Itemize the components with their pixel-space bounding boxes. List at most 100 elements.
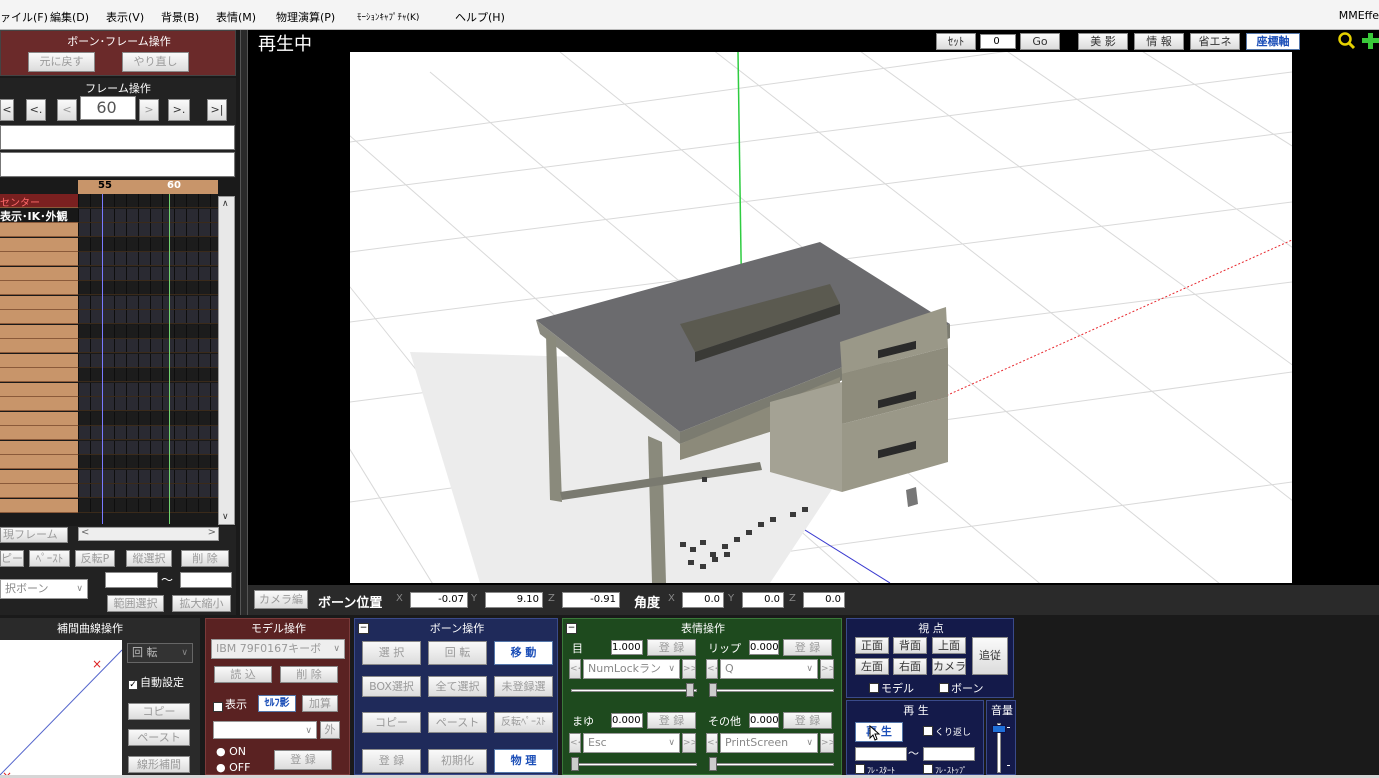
panel-splitter[interactable]	[240, 30, 248, 615]
on-radio[interactable]: ● ON	[216, 745, 246, 758]
outside-parent-dropdown[interactable]	[213, 721, 317, 739]
timeline-row-frames[interactable]	[78, 498, 218, 513]
eye-slider-knob[interactable]	[686, 683, 694, 697]
frame-last-button[interactable]: >|	[207, 99, 227, 121]
bone-rotate-button[interactable]: 回 転	[428, 641, 487, 665]
timeline-scrollbar[interactable]: ∧ ∨	[218, 196, 235, 525]
menu-physics[interactable]: 物理演算(P)	[276, 9, 335, 25]
other-prev-button[interactable]: <<	[706, 733, 718, 753]
unregistered-select-button[interactable]: 未登録選	[494, 676, 553, 697]
physics-button[interactable]: 物 理	[494, 749, 553, 773]
timeline-row-frames[interactable]	[78, 440, 218, 455]
timeline-row-frames[interactable]	[78, 426, 218, 440]
brow-register-button[interactable]: 登 録	[647, 712, 696, 729]
bone-paste-button[interactable]: ペースト	[428, 712, 487, 733]
menu-background[interactable]: 背景(B)	[161, 9, 199, 25]
timeline-row-bone[interactable]	[0, 440, 78, 455]
bone-reverse-paste-button[interactable]: 反転ﾍﾟｰｽﾄ	[494, 712, 553, 733]
model-select-dropdown[interactable]: IBM 79F0167キーボ	[211, 639, 345, 659]
menu-edit[interactable]: 編集(D)	[50, 9, 89, 25]
timeline-row-bone[interactable]	[0, 310, 78, 324]
timeline-row-bone[interactable]	[0, 237, 78, 252]
brow-slider-track[interactable]	[571, 763, 697, 766]
repeat-checkbox[interactable]: くり返し	[923, 725, 971, 738]
axis-button[interactable]: 座標軸	[1246, 33, 1300, 50]
timeline-row-frames[interactable]	[78, 194, 218, 208]
ang-y-input[interactable]: 0.0	[742, 592, 784, 608]
model-delete-button[interactable]: 削 除	[280, 666, 338, 683]
volume-slider-knob[interactable]	[992, 725, 1006, 733]
frame-next-key-button[interactable]: >.	[168, 99, 190, 121]
bone-move-button[interactable]: 移 動	[494, 641, 553, 665]
model-load-button[interactable]: 読 込	[214, 666, 272, 683]
timeline-row-frames[interactable]	[78, 324, 218, 339]
timeline-row-center[interactable]: センター	[0, 194, 40, 209]
brow-value-input[interactable]: 0.000	[611, 713, 643, 728]
outside-parent-button[interactable]: 外	[320, 721, 340, 739]
timeline-row-bone[interactable]	[0, 281, 78, 295]
redo-button[interactable]: やり直し	[122, 52, 189, 72]
interp-paste-button[interactable]: ペースト	[128, 729, 190, 746]
timeline-row-bone[interactable]	[0, 397, 78, 411]
view-front-button[interactable]: 正面	[855, 637, 889, 654]
lip-value-input[interactable]: 0.000	[749, 640, 779, 655]
frame-prev-button[interactable]: <	[57, 99, 77, 121]
timeline-row-frames[interactable]	[78, 339, 218, 353]
view-right-button[interactable]: 右面	[893, 658, 927, 675]
bone-register-button[interactable]: 登 録	[362, 749, 421, 773]
ang-z-input[interactable]: 0.0	[803, 592, 845, 608]
timeline-row-frames[interactable]	[78, 382, 218, 397]
off-radio[interactable]: ● OFF	[216, 761, 250, 774]
linear-interp-button[interactable]: 線形補間	[128, 756, 190, 773]
timeline[interactable]: 55 60 ∧ ∨ センター 表示･IK･外観	[0, 180, 236, 525]
frame-first-button[interactable]: <	[0, 99, 14, 121]
eye-morph-dropdown[interactable]: NumLockラン	[583, 659, 680, 679]
interp-type-dropdown[interactable]: 回 転	[127, 643, 193, 663]
timeline-row-frames[interactable]	[78, 223, 218, 237]
timeline-row-frames[interactable]	[78, 469, 218, 484]
other-slider-knob[interactable]	[709, 757, 717, 771]
model-register-button[interactable]: 登 録	[274, 750, 332, 770]
interp-curve-graph[interactable]: × ×	[0, 640, 123, 778]
self-shadow-button[interactable]: ｾﾙﾌ影	[258, 695, 296, 712]
menu-view[interactable]: 表示(V)	[106, 9, 144, 25]
ang-x-input[interactable]: 0.0	[682, 592, 724, 608]
timeline-row-frames[interactable]	[78, 208, 218, 223]
play-end-input[interactable]	[923, 747, 975, 761]
vertical-select-button[interactable]: 縦選択	[126, 550, 172, 567]
model-show-checkbox[interactable]: ✓ 表示	[213, 696, 247, 712]
other-morph-dropdown[interactable]: PrintScreen	[720, 733, 818, 753]
menu-motion-capture[interactable]: ﾓｰｼｮﾝｷｬﾌﾟﾁｬ(K)	[357, 10, 419, 23]
timeline-row-bone[interactable]	[0, 484, 78, 498]
frame-start-checkbox[interactable]: ﾌﾚ･ｽﾀｰﾄ	[855, 764, 895, 776]
eye-next-button[interactable]: >>	[682, 659, 696, 679]
frame-prev-key-button[interactable]: <.	[26, 99, 46, 121]
pos-y-input[interactable]: 9.10	[485, 592, 543, 608]
timeline-row-frames[interactable]	[78, 252, 218, 266]
lip-slider-knob[interactable]	[709, 683, 717, 697]
brow-morph-dropdown[interactable]: Esc	[583, 733, 680, 753]
bone-select-dropdown[interactable]: 択ボーン	[0, 579, 88, 599]
copy-frame-button[interactable]: ピー	[0, 550, 24, 567]
menu-file[interactable]: ァイル(F)	[0, 9, 48, 25]
delete-frame-button[interactable]: 削 除	[181, 550, 229, 567]
range-end-input[interactable]	[180, 572, 232, 588]
other-slider-track[interactable]	[711, 763, 834, 766]
info-button[interactable]: 情 報	[1134, 33, 1184, 50]
timeline-row-bone[interactable]	[0, 498, 78, 513]
other-register-button[interactable]: 登 録	[783, 712, 832, 729]
view-camera-button[interactable]: カメラ	[932, 658, 966, 675]
reverse-paste-frame-button[interactable]: 反転P	[75, 550, 115, 567]
set-button[interactable]: ｾｯﾄ	[936, 33, 976, 50]
set-frame-input[interactable]: 0	[980, 34, 1016, 49]
timeline-row-frames[interactable]	[78, 281, 218, 295]
frame-text-box-1[interactable]	[0, 125, 235, 150]
scroll-up-icon[interactable]: ∧	[222, 199, 229, 209]
auto-set-checkbox[interactable]: ✓ 自動設定	[128, 674, 184, 690]
brow-prev-button[interactable]: <<	[569, 733, 581, 753]
view-left-button[interactable]: 左面	[855, 658, 889, 675]
zoom-icon[interactable]	[1338, 32, 1356, 50]
timeline-row-frames[interactable]	[78, 295, 218, 310]
eye-value-input[interactable]: 1.000	[611, 640, 643, 655]
timeline-row-bone[interactable]	[0, 339, 78, 353]
